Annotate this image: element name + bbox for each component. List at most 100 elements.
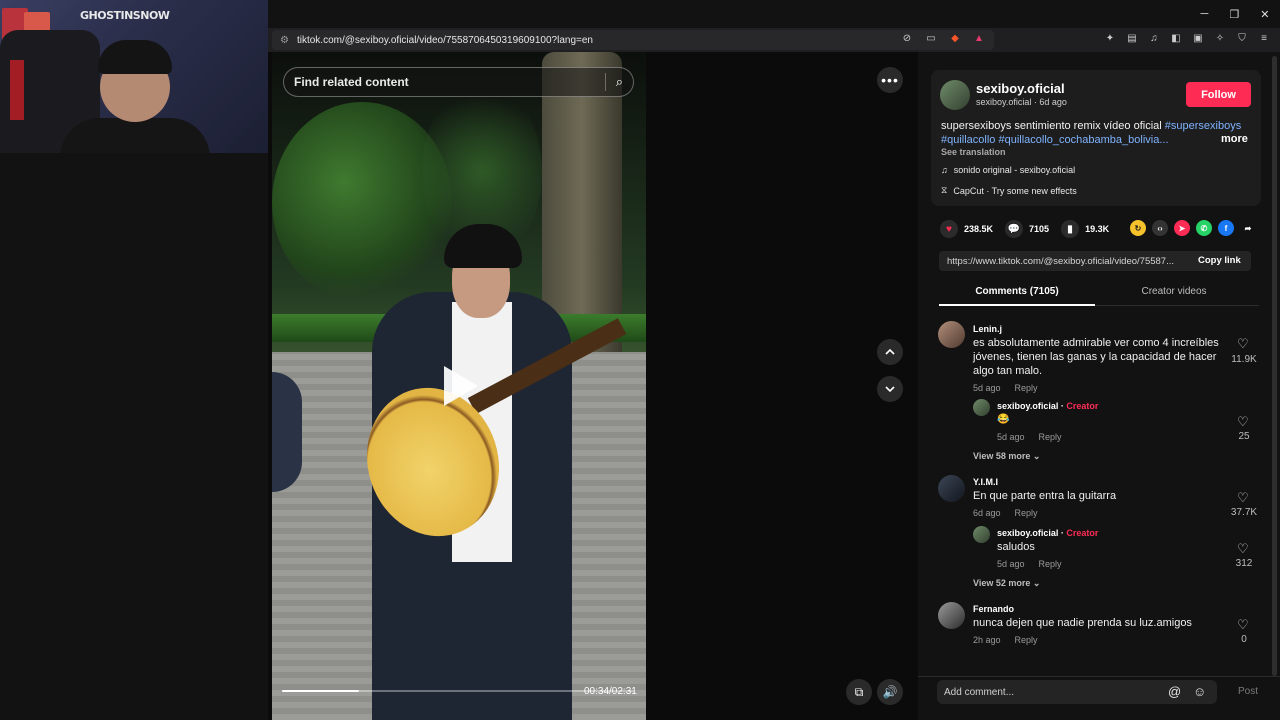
engagement-bar: ♥ 238.5K 💬 7105 ▮ 19.3K (940, 219, 1121, 239)
video-description: supersexiboys sentimiento remix vídeo of… (941, 119, 1251, 147)
next-video-button[interactable] (877, 376, 903, 402)
reply-author-name[interactable]: sexiboy.oficial (997, 528, 1058, 538)
copy-link-button[interactable]: Copy link (1198, 255, 1241, 266)
panel-scrollbar[interactable] (1272, 56, 1277, 676)
menu-icon[interactable]: ≡ (1258, 32, 1270, 44)
reply-button[interactable]: Reply (1039, 432, 1062, 442)
emoji-icon[interactable]: ☺ (1193, 684, 1206, 699)
reply-like-count: 25 (1238, 431, 1250, 442)
comment-count: 7105 (1029, 224, 1050, 234)
view-more-label: View 52 more (973, 578, 1031, 588)
comment-time: 5d ago (973, 383, 1001, 393)
comment-like-icon[interactable]: ♡ (1237, 617, 1249, 633)
reply-button[interactable]: Reply (1039, 559, 1062, 569)
description-more-button[interactable]: more (1221, 133, 1248, 145)
music-icon[interactable]: ♫ (1148, 32, 1160, 44)
see-translation-link[interactable]: See translation (941, 147, 1006, 157)
tune-icon[interactable]: ⚙ (280, 35, 289, 46)
reply-button[interactable]: Reply (1015, 383, 1038, 393)
tab-comments[interactable]: Comments (7105) (939, 286, 1095, 297)
like-button[interactable]: ♥ 238.5K (940, 220, 993, 238)
picture-in-picture-button[interactable]: ⧉ (846, 679, 872, 705)
chevron-down-icon (885, 386, 895, 393)
reply-meta: 5d ago Reply (997, 559, 1076, 569)
comment-like-icon[interactable]: ♡ (1237, 336, 1249, 352)
maximize-icon[interactable]: ❐ (1229, 8, 1239, 21)
browser-toolbar: ⚙ tiktok.com/@sexiboy.oficial/video/7558… (268, 28, 1280, 52)
reply-author-name[interactable]: sexiboy.oficial (997, 401, 1058, 411)
heart-icon: ♥ (940, 220, 958, 238)
reply-button[interactable]: Reply (1015, 508, 1038, 518)
follow-button[interactable]: Follow (1186, 82, 1251, 107)
commenter-avatar[interactable] (938, 602, 965, 629)
whatsapp-icon[interactable]: ✆ (1196, 220, 1212, 236)
reply-like-icon[interactable]: ♡ (1237, 414, 1249, 430)
hashtag-link[interactable]: #quillacollo (941, 134, 995, 146)
repost-icon[interactable]: ↻ (1130, 220, 1146, 236)
no-tracking-icon[interactable]: ⊘ (901, 32, 913, 44)
minimize-icon[interactable]: ─ (1201, 8, 1209, 20)
cast-icon[interactable]: ▭ (925, 32, 937, 44)
reader-icon[interactable]: ▤ (1126, 32, 1138, 44)
search-icon[interactable]: ⌕ (616, 74, 623, 90)
leo-icon[interactable]: ✧ (1214, 32, 1226, 44)
previous-video-button[interactable] (877, 339, 903, 365)
volume-button[interactable]: 🔊 (877, 679, 903, 705)
reply-avatar[interactable] (973, 399, 990, 416)
view-more-label: View 58 more (973, 451, 1031, 461)
save-button[interactable]: ▮ 19.3K (1061, 220, 1109, 238)
reply-avatar[interactable] (973, 526, 990, 543)
post-button[interactable]: Post (1238, 686, 1258, 697)
bookmark-icon: ▮ (1061, 220, 1080, 238)
tab-creator-videos[interactable]: Creator videos (1096, 286, 1252, 297)
sound-link[interactable]: ♫ sonido original - sexiboy.oficial (941, 165, 1075, 175)
comment-meta: 6d ago Reply (973, 508, 1052, 518)
author-name[interactable]: sexiboy.oficial (976, 81, 1065, 96)
progress-fill (282, 690, 360, 692)
address-field[interactable]: ⚙ tiktok.com/@sexiboy.oficial/video/7558… (272, 30, 994, 50)
commenter-avatar[interactable] (938, 321, 965, 348)
commenter-avatar[interactable] (938, 475, 965, 502)
hashtag-link[interactable]: #supersexiboys (1165, 120, 1241, 132)
extensions-icon[interactable]: ✦ (1104, 32, 1116, 44)
vpn-icon[interactable]: ⛉ (1236, 32, 1248, 44)
send-friends-icon[interactable]: ➤ (1174, 220, 1190, 236)
reply-time: 5d ago (997, 432, 1025, 442)
comment-time: 6d ago (973, 508, 1001, 518)
related-search-box[interactable]: Find related content ⌕ (283, 67, 634, 97)
view-more-replies[interactable]: View 58 more ⌄ (973, 451, 1040, 462)
view-more-replies[interactable]: View 52 more ⌄ (973, 578, 1040, 589)
chevron-up-icon (885, 348, 895, 355)
reply-like-icon[interactable]: ♡ (1237, 541, 1249, 557)
reply-text: 😂 (997, 414, 1010, 425)
rewards-icon[interactable]: ▲ (973, 32, 985, 44)
comment-text: En que parte entra la guitarra (973, 490, 1117, 502)
close-icon[interactable]: ✕ (1260, 8, 1269, 21)
capcut-link[interactable]: ⧖ CapCut · Try some new effects (941, 185, 1077, 196)
play-icon[interactable] (444, 366, 478, 406)
hashtag-link[interactable]: #quillacollo_cochabamba_bolivia... (999, 134, 1169, 146)
comment-text: nunca dejen que nadie prenda su luz.amig… (973, 617, 1192, 629)
comment-like-icon[interactable]: ♡ (1237, 490, 1249, 506)
wallet-icon[interactable]: ▣ (1192, 32, 1204, 44)
embed-icon[interactable]: ‹› (1152, 220, 1168, 236)
share-arrow-icon[interactable]: ➦ (1240, 220, 1256, 236)
chevron-down-icon: ⌄ (1032, 578, 1041, 588)
share-icons: ↻ ‹› ➤ ✆ f ➦ (1130, 220, 1256, 236)
more-options-button[interactable]: ••• (877, 67, 903, 93)
description-text: supersexiboys sentimiento remix vídeo of… (941, 120, 1165, 132)
comment-meta: 5d ago Reply (973, 383, 1052, 393)
author-avatar[interactable] (940, 80, 970, 110)
commenter-name[interactable]: Y.I.M.I (973, 477, 998, 487)
sidebar-icon[interactable]: ◧ (1170, 32, 1182, 44)
reply-button[interactable]: Reply (1015, 635, 1038, 645)
commenter-name[interactable]: Fernando (973, 604, 1014, 614)
commenter-name[interactable]: Lenin.j (973, 324, 1002, 334)
search-divider (604, 73, 606, 91)
facebook-icon[interactable]: f (1218, 220, 1234, 236)
mention-icon[interactable]: @ (1168, 684, 1181, 699)
creator-badge: Creator (1066, 528, 1099, 538)
brave-shield-icon[interactable]: ◆ (949, 32, 961, 44)
comment-icon: 💬 (1005, 220, 1024, 238)
comment-button[interactable]: 💬 7105 (1005, 220, 1049, 238)
